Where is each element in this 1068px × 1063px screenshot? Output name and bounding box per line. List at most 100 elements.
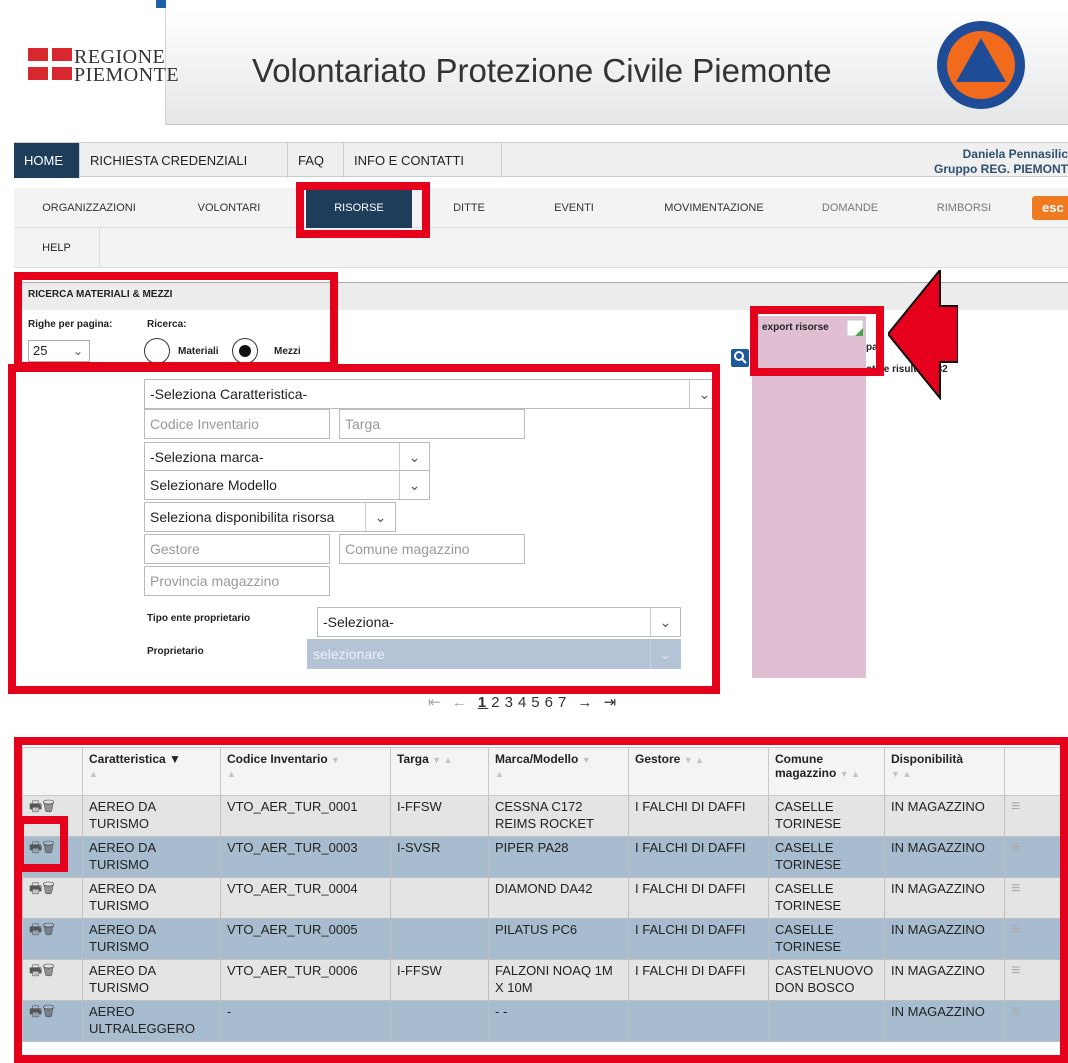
trash-icon[interactable]: 🗑 bbox=[42, 921, 55, 937]
nav-eventi[interactable]: EVENTI bbox=[524, 188, 624, 228]
nav-movimentazione[interactable]: MOVIMENTAZIONE bbox=[634, 188, 794, 228]
codice-inventario-input[interactable]: Codice Inventario bbox=[144, 409, 330, 439]
cell-codice-inventario: VTO_AER_TUR_0005 bbox=[220, 918, 391, 960]
nav-home[interactable]: HOME bbox=[14, 143, 80, 178]
nav-richiesta-credenziali[interactable]: RICHIESTA CREDENZIALI bbox=[80, 143, 288, 178]
export-label[interactable]: export risorse bbox=[762, 322, 829, 333]
nav-domande[interactable]: DOMANDE bbox=[800, 188, 900, 228]
menu-icon[interactable]: ≡ bbox=[1011, 921, 1020, 938]
pager-page-6[interactable]: 6 bbox=[545, 694, 555, 711]
radio-mezzi[interactable] bbox=[232, 338, 258, 364]
header-accent bbox=[156, 0, 166, 8]
col-disponibilita[interactable]: Disponibilità ▼ ▲ bbox=[884, 747, 1005, 796]
chevron-down-icon: ⌄ bbox=[650, 608, 680, 636]
pager-page-2[interactable]: 2 bbox=[491, 694, 501, 711]
main-nav: ORGANIZZAZIONI VOLONTARI RISORSE DITTE E… bbox=[14, 188, 1068, 228]
row-actions: 🖶🗑 bbox=[22, 959, 83, 1001]
pager-page-5[interactable]: 5 bbox=[531, 694, 541, 711]
tipo-ente-select[interactable]: -Seleziona- ⌄ bbox=[317, 607, 681, 637]
edit-icon[interactable]: 🖶 bbox=[29, 921, 42, 937]
cell-comune-magazzino: CASTELNUOVO DON BOSCO bbox=[768, 959, 885, 1001]
radio-materiali[interactable] bbox=[144, 338, 170, 364]
menu-icon[interactable]: ≡ bbox=[1011, 880, 1020, 897]
table-row[interactable]: 🖶🗑 AEREO DA TURISMO VTO_AER_TUR_0004 DIAMON… bbox=[22, 877, 1068, 919]
chevron-down-icon: ⌄ bbox=[689, 380, 719, 408]
nav-organizzazioni[interactable]: ORGANIZZAZIONI bbox=[14, 188, 164, 228]
edit-icon[interactable]: 🖶 bbox=[29, 1003, 42, 1019]
cell-comune-magazzino: CASELLE TORINESE bbox=[768, 795, 885, 837]
trash-icon[interactable]: 🗑 bbox=[42, 962, 55, 978]
table-row[interactable]: 🖶🗑 AEREO DA TURISMO VTO_AER_TUR_0006 I-FFSW… bbox=[22, 959, 1068, 1001]
pager-page-1[interactable]: 1 bbox=[478, 694, 488, 711]
nav-volontari[interactable]: VOLONTARI bbox=[164, 188, 294, 228]
cell-caratteristica: AEREO ULTRALEGGERO bbox=[82, 1000, 221, 1042]
col-codice-inventario[interactable]: Codice Inventario ▼ ▲ bbox=[220, 747, 391, 796]
row-menu[interactable]: ≡ bbox=[1004, 959, 1068, 1001]
caratteristica-select[interactable]: -Seleziona Caratteristica- ⌄ bbox=[144, 379, 720, 409]
nav-help[interactable]: HELP bbox=[14, 228, 100, 268]
top-nav: HOME RICHIESTA CREDENZIALI FAQ INFO E CO… bbox=[14, 142, 1068, 178]
comune-magazzino-input[interactable]: Comune magazzino bbox=[339, 534, 525, 564]
nav-rimborsi[interactable]: RIMBORSI bbox=[914, 188, 1014, 228]
pager-page-4[interactable]: 4 bbox=[518, 694, 528, 711]
search-icon[interactable] bbox=[731, 349, 749, 367]
chevron-down-icon: ⌄ bbox=[399, 443, 429, 471]
edit-icon[interactable]: 🖶 bbox=[29, 839, 42, 855]
regione-logo[interactable]: REGIONE PIEMONTE bbox=[14, 8, 179, 125]
trash-icon[interactable]: 🗑 bbox=[42, 839, 55, 855]
col-caratteristica[interactable]: Caratteristica ▼ ▲ bbox=[82, 747, 221, 796]
edit-icon[interactable]: 🖶 bbox=[29, 962, 42, 978]
row-menu[interactable]: ≡ bbox=[1004, 1000, 1068, 1042]
export-icon[interactable] bbox=[845, 318, 867, 340]
regione-flag-icon bbox=[28, 48, 72, 80]
table-row[interactable]: 🖶🗑 AEREO DA TURISMO VTO_AER_TUR_0001 I-FFSW… bbox=[22, 795, 1068, 837]
nav-info-contatti[interactable]: INFO E CONTATTI bbox=[344, 143, 502, 178]
cell-targa: I-FFSW bbox=[390, 959, 489, 1001]
targa-input[interactable]: Targa bbox=[339, 409, 525, 439]
menu-icon[interactable]: ≡ bbox=[1011, 1003, 1020, 1020]
row-menu[interactable]: ≡ bbox=[1004, 836, 1068, 878]
pager-page-7[interactable]: 7 bbox=[558, 694, 568, 711]
table-row[interactable]: 🖶🗑 AEREO DA TURISMO VTO_AER_TUR_0003 I-SVSR… bbox=[22, 836, 1068, 878]
rows-per-page-select[interactable]: 25 ⌄ bbox=[28, 340, 90, 362]
modello-select[interactable]: Selezionare Modello ⌄ bbox=[144, 470, 430, 500]
exit-button[interactable]: esc bbox=[1032, 196, 1068, 220]
trash-icon[interactable]: 🗑 bbox=[42, 880, 55, 896]
nav-faq[interactable]: FAQ bbox=[288, 143, 344, 178]
cell-disponibilita: IN MAGAZZINO bbox=[884, 918, 1005, 960]
user-group: Gruppo REG. PIEMONT bbox=[934, 162, 1068, 176]
edit-icon[interactable]: 🖶 bbox=[29, 880, 42, 896]
disponibilita-select[interactable]: Seleziona disponibilita risorsa ⌄ bbox=[144, 502, 396, 532]
table-row[interactable]: 🖶🗑 AEREO DA TURISMO VTO_AER_TUR_0005 PILATU… bbox=[22, 918, 1068, 960]
menu-icon[interactable]: ≡ bbox=[1011, 962, 1020, 979]
marca-select[interactable]: -Seleziona marca- ⌄ bbox=[144, 442, 430, 472]
provincia-magazzino-input[interactable]: Provincia magazzino bbox=[144, 566, 330, 596]
row-menu[interactable]: ≡ bbox=[1004, 795, 1068, 837]
cell-caratteristica: AEREO DA TURISMO bbox=[82, 918, 221, 960]
pager-prev-icon[interactable]: ← bbox=[452, 694, 469, 711]
row-actions: 🖶🗑 bbox=[22, 1000, 83, 1042]
col-targa[interactable]: Targa ▼ ▲ bbox=[390, 747, 489, 796]
proprietario-select[interactable]: selezionare ⌄ bbox=[307, 639, 681, 669]
row-menu[interactable]: ≡ bbox=[1004, 877, 1068, 919]
menu-icon[interactable]: ≡ bbox=[1011, 798, 1020, 815]
col-gestore[interactable]: Gestore ▼ ▲ bbox=[628, 747, 769, 796]
pager-last-icon[interactable]: ⇥ bbox=[604, 694, 619, 711]
trash-icon[interactable]: 🗑 bbox=[42, 798, 55, 814]
nav-risorse[interactable]: RISORSE bbox=[306, 188, 412, 228]
row-menu[interactable]: ≡ bbox=[1004, 918, 1068, 960]
pager-next-icon[interactable]: → bbox=[578, 694, 595, 711]
caratteristica-value: -Seleziona Caratteristica- bbox=[150, 386, 308, 402]
edit-icon[interactable]: 🖶 bbox=[29, 798, 42, 814]
pager-first-icon[interactable]: ⇤ bbox=[428, 694, 443, 711]
pager-page-3[interactable]: 3 bbox=[505, 694, 515, 711]
gestore-input[interactable]: Gestore bbox=[144, 534, 330, 564]
col-marca-modello[interactable]: Marca/Modello ▼ ▲ bbox=[488, 747, 629, 796]
nav-ditte[interactable]: DITTE bbox=[424, 188, 514, 228]
table-row[interactable]: 🖶🗑 AEREO ULTRALEGGERO - - - IN MAGAZZINO ≡ bbox=[22, 1000, 1068, 1042]
cell-caratteristica: AEREO DA TURISMO bbox=[82, 836, 221, 878]
menu-icon[interactable]: ≡ bbox=[1011, 839, 1020, 856]
trash-icon[interactable]: 🗑 bbox=[42, 1003, 55, 1019]
protezione-civile-logo-icon bbox=[937, 21, 1025, 109]
col-comune-magazzino[interactable]: Comune magazzino ▼ ▲ bbox=[768, 747, 885, 796]
